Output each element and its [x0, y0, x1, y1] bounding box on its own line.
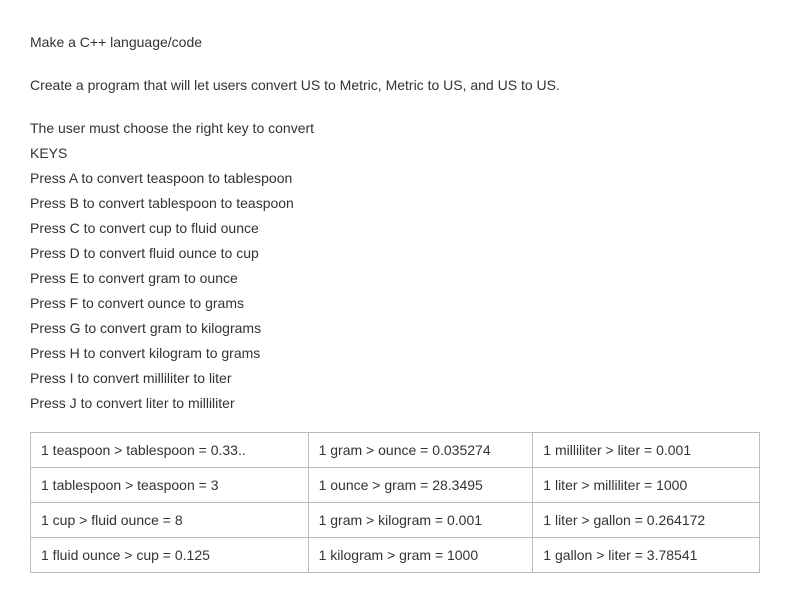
- conversion-table: 1 teaspoon > tablespoon = 0.33.. 1 gram …: [30, 432, 760, 573]
- key-item: Press F to convert ounce to grams: [30, 293, 759, 314]
- table-cell: 1 liter > gallon = 0.264172: [533, 503, 760, 538]
- table-cell: 1 tablespoon > teaspoon = 3: [31, 468, 309, 503]
- key-item: Press I to convert milliliter to liter: [30, 368, 759, 389]
- key-item: Press J to convert liter to milliliter: [30, 393, 759, 414]
- table-row: 1 fluid ounce > cup = 0.125 1 kilogram >…: [31, 538, 760, 573]
- instruction-line: The user must choose the right key to co…: [30, 118, 759, 139]
- table-row: 1 tablespoon > teaspoon = 3 1 ounce > gr…: [31, 468, 760, 503]
- table-cell: 1 teaspoon > tablespoon = 0.33..: [31, 433, 309, 468]
- table-cell: 1 gallon > liter = 3.78541: [533, 538, 760, 573]
- key-item: Press E to convert gram to ounce: [30, 268, 759, 289]
- table-row: 1 teaspoon > tablespoon = 0.33.. 1 gram …: [31, 433, 760, 468]
- table-row: 1 cup > fluid ounce = 8 1 gram > kilogra…: [31, 503, 760, 538]
- key-item: Press A to convert teaspoon to tablespoo…: [30, 168, 759, 189]
- table-cell: 1 gram > kilogram = 0.001: [308, 503, 533, 538]
- table-cell: 1 gram > ounce = 0.035274: [308, 433, 533, 468]
- intro-line: Create a program that will let users con…: [30, 75, 759, 96]
- table-cell: 1 fluid ounce > cup = 0.125: [31, 538, 309, 573]
- key-item: Press H to convert kilogram to grams: [30, 343, 759, 364]
- table-cell: 1 liter > milliliter = 1000: [533, 468, 760, 503]
- table-cell: 1 ounce > gram = 28.3495: [308, 468, 533, 503]
- key-item: Press G to convert gram to kilograms: [30, 318, 759, 339]
- title-line: Make a C++ language/code: [30, 32, 759, 53]
- keys-heading: KEYS: [30, 143, 759, 164]
- table-cell: 1 kilogram > gram = 1000: [308, 538, 533, 573]
- key-item: Press B to convert tablespoon to teaspoo…: [30, 193, 759, 214]
- table-cell: 1 cup > fluid ounce = 8: [31, 503, 309, 538]
- key-item: Press C to convert cup to fluid ounce: [30, 218, 759, 239]
- key-item: Press D to convert fluid ounce to cup: [30, 243, 759, 264]
- table-cell: 1 milliliter > liter = 0.001: [533, 433, 760, 468]
